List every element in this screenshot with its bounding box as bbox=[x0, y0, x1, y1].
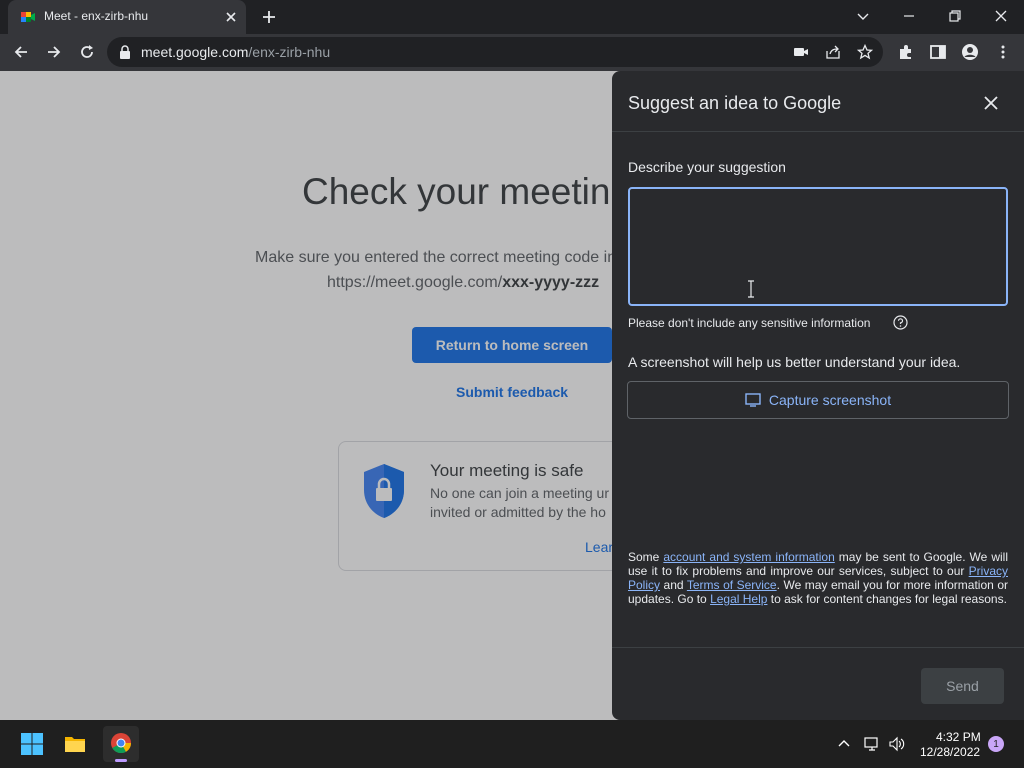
legal-text: to ask for content changes for legal rea… bbox=[767, 592, 1007, 606]
clock-date[interactable]: 12/28/2022 bbox=[920, 745, 980, 759]
feedback-panel: Suggest an idea to Google Describe your … bbox=[612, 71, 1024, 720]
restore-icon[interactable] bbox=[947, 8, 963, 24]
tab-search-icon[interactable] bbox=[855, 8, 871, 24]
capture-screenshot-button[interactable]: Capture screenshot bbox=[627, 381, 1009, 419]
meet-favicon-icon bbox=[21, 12, 35, 22]
describe-label: Describe your suggestion bbox=[628, 159, 786, 175]
extensions-icon[interactable] bbox=[897, 43, 915, 61]
panel-divider bbox=[612, 131, 1024, 132]
windows-taskbar: 4:32 PM 12/28/2022 1 bbox=[0, 720, 1024, 768]
menu-icon[interactable] bbox=[994, 43, 1012, 61]
chrome-logo-icon bbox=[111, 733, 132, 754]
close-panel-icon[interactable] bbox=[983, 95, 999, 111]
monitor-icon bbox=[745, 393, 761, 407]
clock-time[interactable]: 4:32 PM bbox=[936, 730, 981, 744]
lock-icon[interactable] bbox=[119, 45, 131, 59]
minimize-icon[interactable] bbox=[901, 8, 917, 24]
bookmark-star-icon[interactable] bbox=[857, 44, 873, 60]
legal-text: Some bbox=[628, 550, 664, 564]
volume-icon[interactable] bbox=[889, 736, 905, 752]
chevron-up-icon[interactable] bbox=[836, 736, 852, 752]
suggestion-textarea[interactable] bbox=[628, 187, 1008, 306]
file-explorer-button[interactable] bbox=[58, 726, 94, 762]
folder-icon bbox=[65, 737, 85, 752]
close-tab-icon[interactable] bbox=[224, 10, 238, 24]
sensitive-info-warning: Please don't include any sensitive infor… bbox=[628, 316, 871, 330]
camera-icon[interactable] bbox=[793, 44, 809, 60]
help-icon[interactable] bbox=[893, 315, 908, 330]
text-cursor-icon bbox=[748, 280, 754, 298]
url-host: meet.google.com bbox=[141, 44, 249, 60]
side-panel-icon[interactable] bbox=[929, 43, 947, 61]
url-text: meet.google.com/enx-zirb-nhu bbox=[141, 44, 330, 60]
active-app-indicator bbox=[115, 759, 127, 762]
new-tab-icon[interactable] bbox=[261, 9, 277, 25]
url-path: /enx-zirb-nhu bbox=[248, 44, 331, 60]
reload-icon[interactable] bbox=[78, 43, 96, 61]
notification-badge[interactable]: 1 bbox=[988, 736, 1004, 752]
send-button[interactable]: Send bbox=[921, 668, 1004, 704]
screenshot-hint: A screenshot will help us better underst… bbox=[628, 354, 961, 370]
network-icon[interactable] bbox=[864, 736, 880, 752]
panel-title: Suggest an idea to Google bbox=[628, 93, 842, 113]
forward-icon[interactable] bbox=[45, 43, 63, 61]
tab-strip: Meet - enx-zirb-nhu bbox=[0, 0, 1024, 34]
close-window-icon[interactable] bbox=[993, 8, 1009, 24]
share-icon[interactable] bbox=[825, 44, 841, 60]
account-info-link[interactable]: account and system information bbox=[663, 550, 834, 564]
browser-toolbar: meet.google.com/enx-zirb-nhu bbox=[0, 34, 1024, 71]
legal-text: and bbox=[660, 578, 687, 592]
browser-tab[interactable]: Meet - enx-zirb-nhu bbox=[8, 0, 246, 34]
tab-title: Meet - enx-zirb-nhu bbox=[44, 9, 149, 23]
profile-icon[interactable] bbox=[961, 43, 979, 61]
terms-of-service-link[interactable]: Terms of Service bbox=[687, 578, 777, 592]
capture-screenshot-label: Capture screenshot bbox=[768, 392, 892, 408]
back-icon[interactable] bbox=[12, 43, 30, 61]
start-button[interactable] bbox=[14, 726, 50, 762]
chrome-taskbar-button[interactable] bbox=[103, 726, 139, 762]
panel-footer-divider bbox=[612, 647, 1024, 648]
legal-help-link[interactable]: Legal Help bbox=[710, 592, 767, 606]
address-bar[interactable]: meet.google.com/enx-zirb-nhu bbox=[107, 37, 883, 67]
windows-logo-icon bbox=[21, 733, 43, 755]
legal-notice: Some account and system information may … bbox=[628, 550, 1008, 606]
